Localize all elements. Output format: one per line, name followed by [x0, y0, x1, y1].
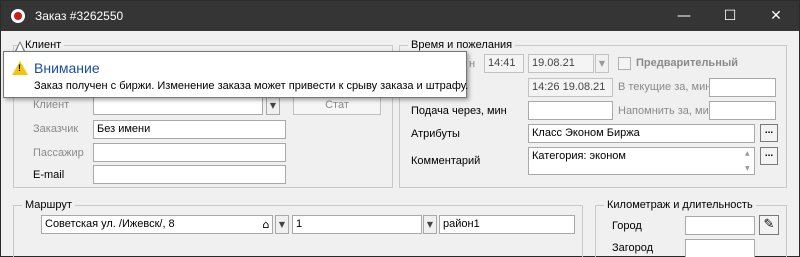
- client-group-title: Клиент: [22, 39, 65, 51]
- mileage-group-title: Километраж и длительность: [604, 199, 756, 211]
- city-label: Город: [612, 220, 642, 232]
- attributes-more-button[interactable]: ...: [760, 124, 778, 142]
- email-input[interactable]: [93, 165, 286, 184]
- suburb-label: Загород: [612, 242, 654, 254]
- time-group-title: Время и пожелания: [408, 39, 516, 51]
- date-input[interactable]: 19.08.21: [528, 54, 594, 73]
- home-icon[interactable]: ⌂: [259, 216, 273, 233]
- address-input[interactable]: Советская ул. /Ижевск/, 8: [41, 215, 273, 234]
- close-button[interactable]: ✕: [753, 1, 799, 31]
- tooltip-title: Внимание: [34, 60, 100, 76]
- current-within-label: В текущие за, мин: [618, 81, 712, 93]
- district-input[interactable]: район1: [439, 215, 575, 234]
- time-label: н: [469, 58, 476, 70]
- city-input[interactable]: [685, 216, 755, 235]
- email-label: E-mail: [33, 169, 65, 181]
- house-input[interactable]: 1: [292, 215, 422, 234]
- comment-label: Комментарий: [411, 155, 481, 167]
- stat-button[interactable]: Стат: [293, 96, 381, 115]
- client-label: Клиент: [33, 99, 70, 111]
- comment-scrollbar[interactable]: ▲ ▼: [744, 148, 754, 174]
- maximize-button[interactable]: ☐: [707, 1, 753, 31]
- chevron-down-icon[interactable]: ▼: [423, 215, 437, 234]
- comment-text: Категория: эконом: [532, 150, 626, 162]
- suburb-input[interactable]: [685, 239, 755, 257]
- submit-in-input[interactable]: [528, 101, 613, 120]
- chevron-down-icon[interactable]: ▼: [275, 215, 289, 234]
- title-bar: Заказ #3262550 — ☐ ✕: [1, 1, 799, 31]
- submit-in-label: Подача через, мин: [411, 105, 507, 117]
- order-window: Заказ #3262550 — ☐ ✕ Клиент Клиент ▼ Ста…: [0, 0, 800, 257]
- preliminary-checkbox[interactable]: [618, 57, 631, 70]
- client-input[interactable]: [93, 96, 263, 115]
- route-group-title: Маршрут: [22, 199, 75, 211]
- customer-label: Заказчик: [33, 123, 79, 135]
- remind-input[interactable]: [709, 101, 776, 120]
- app-icon: [11, 9, 25, 23]
- created-time-input: 14:26 19.08.21: [528, 78, 613, 97]
- attributes-input[interactable]: Класс Эконом Биржа: [528, 124, 755, 143]
- current-within-input[interactable]: [709, 78, 776, 97]
- warning-icon-mark: !: [18, 63, 21, 73]
- passenger-label: Пассажир: [33, 147, 84, 159]
- chevron-down-icon[interactable]: ▼: [595, 54, 609, 73]
- customer-input[interactable]: Без имени: [93, 120, 286, 139]
- chevron-down-icon[interactable]: ▼: [266, 96, 280, 115]
- passenger-input[interactable]: [93, 143, 286, 162]
- remind-label: Напомнить за, мин: [618, 105, 715, 117]
- comment-more-button[interactable]: ...: [760, 147, 778, 165]
- minimize-button[interactable]: —: [661, 1, 707, 31]
- comment-textarea[interactable]: Категория: эконом ▲ ▼: [528, 147, 755, 175]
- attributes-label: Атрибуты: [411, 128, 460, 140]
- time-input[interactable]: 14:41: [484, 54, 524, 73]
- warning-tooltip: ! Внимание Заказ получен с биржи. Измене…: [3, 51, 469, 98]
- tooltip-message: Заказ получен с биржи. Изменение заказа …: [34, 80, 469, 92]
- preliminary-label: Предварительный: [636, 57, 738, 69]
- window-title: Заказ #3262550: [35, 9, 124, 23]
- pencil-icon[interactable]: ✎: [759, 215, 779, 235]
